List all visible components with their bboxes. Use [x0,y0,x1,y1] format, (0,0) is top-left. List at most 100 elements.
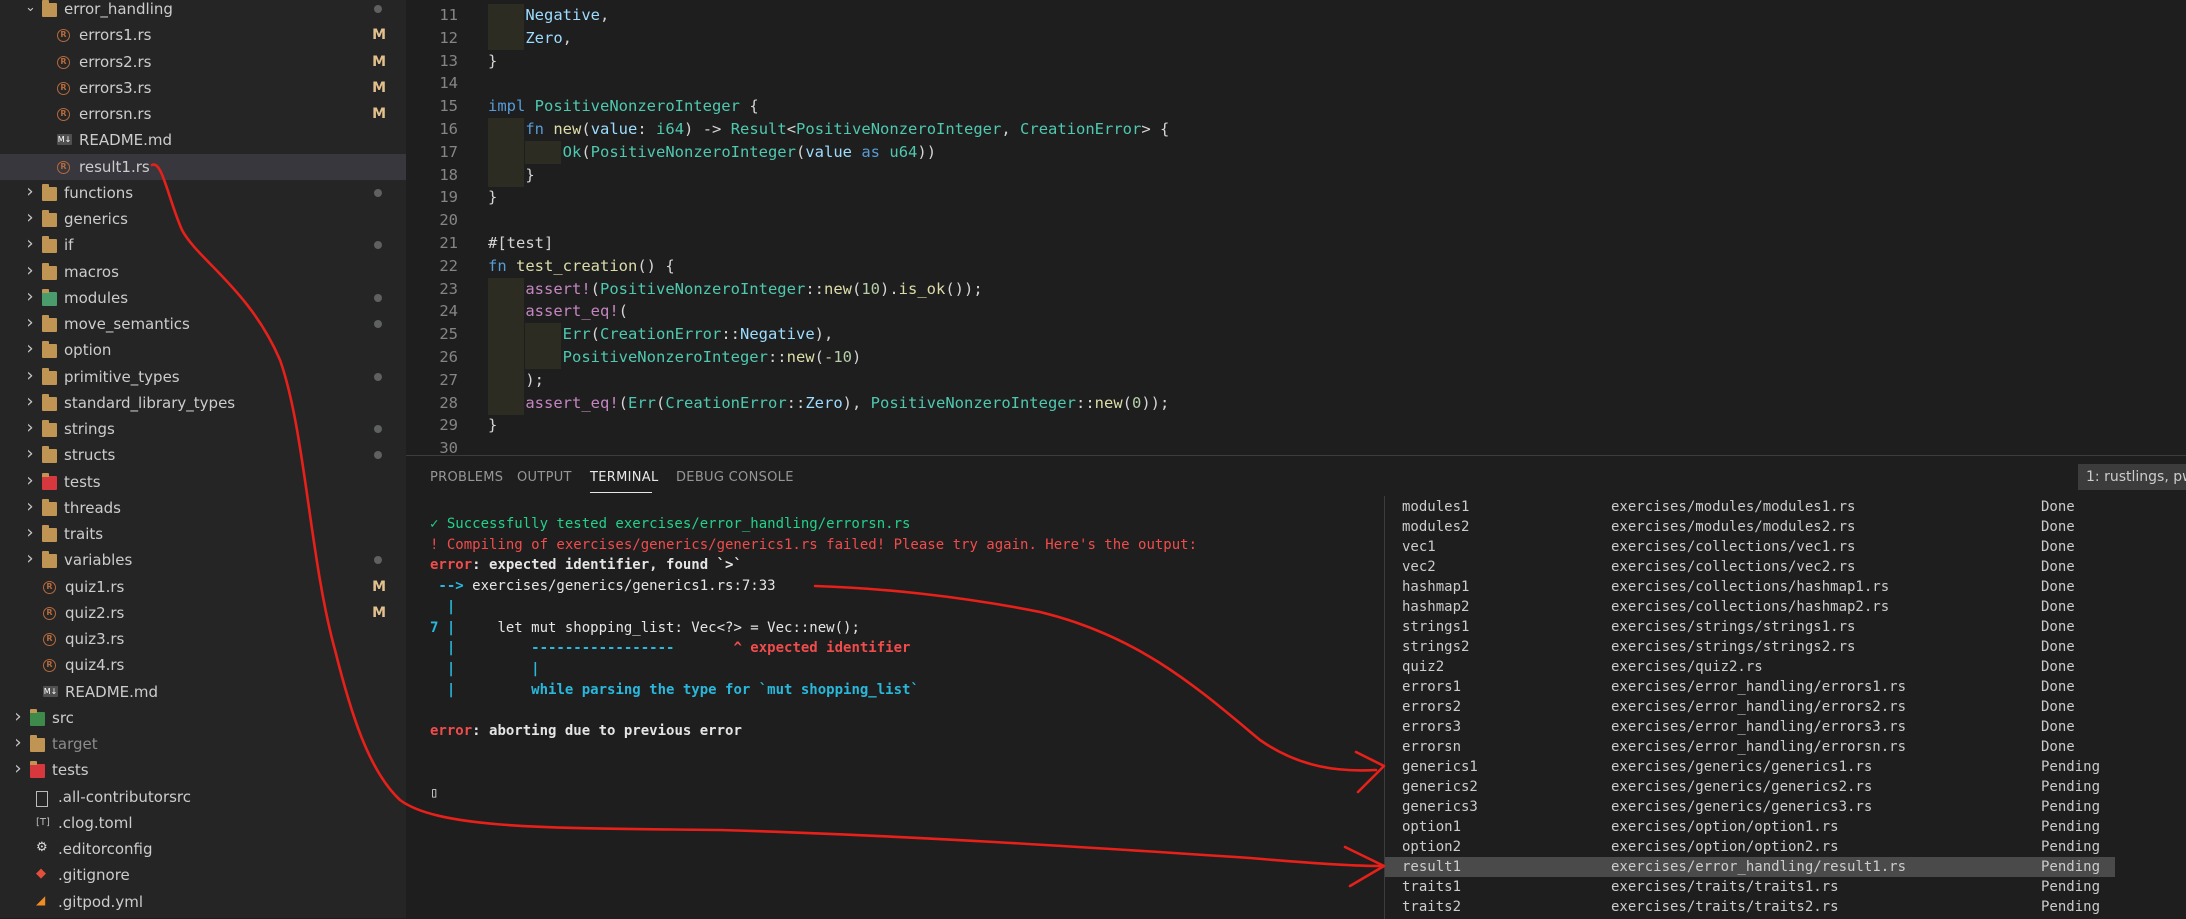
tree-item[interactable]: › tests [0,757,406,783]
tree-item[interactable]: › if [0,232,406,258]
code-text[interactable]: ); [488,369,544,392]
progress-row[interactable]: result1 exercises/error_handling/result1.… [1385,856,2115,877]
code-text[interactable]: impl PositiveNonzeroInteger { [488,95,759,118]
code-text[interactable]: } [488,414,497,437]
tree-item[interactable]: › move_semantics [0,311,406,337]
code-editor[interactable]: 11 Negative, 12 Zero, 13} 14 15 impl Positive… [406,0,2186,455]
progress-row[interactable]: errors2 exercises/error_handling/errors2.… [1385,697,2115,717]
tree-item[interactable]: [T] .clog.toml [0,810,406,836]
chevron-down-icon[interactable]: ⌄ [25,1,36,15]
code-text[interactable]: fn test_creation() { [488,255,675,278]
code-text[interactable]: Zero, [488,27,572,50]
progress-row[interactable]: hashmap2 exercises/collections/hashmap2.r… [1385,597,2115,617]
tree-item[interactable]: ◢ .gitpod.yml [0,889,406,915]
tree-item[interactable]: Rquiz4.rs [0,652,406,678]
tree-item[interactable]: › src [0,705,406,731]
tree-item[interactable]: Rerrorsn.rs M [0,101,406,127]
code-text[interactable]: #[test] [488,232,553,255]
chevron-right-icon[interactable]: › [25,340,35,358]
progress-row[interactable]: vec1 exercises/collections/vec1.rs Done [1385,537,2115,557]
progress-row[interactable]: generics2 exercises/generics/generics2.rs… [1385,777,2115,797]
progress-row[interactable]: option1 exercises/option/option1.rs Pendin… [1385,817,2115,837]
code-text[interactable]: assert_eq!(Err(CreationError::Zero), Pos… [488,392,1169,415]
tree-item[interactable]: › tests [0,469,406,495]
tree-item[interactable]: › strings [0,416,406,442]
tab-terminal[interactable]: TERMINAL [590,470,659,485]
code-text[interactable]: Err(CreationError::Negative), [488,323,834,346]
progress-row[interactable]: quiz2 exercises/quiz2.rs Done [1385,657,2115,677]
tree-item[interactable]: Rquiz3.rs [0,626,406,652]
code-text[interactable]: Ok(PositiveNonzeroInteger(value as u64)) [488,141,936,164]
chevron-right-icon[interactable]: › [25,445,35,463]
tab-problems[interactable]: PROBLEMS [430,470,503,485]
chevron-right-icon[interactable]: › [25,209,35,227]
tree-item[interactable]: › macros [0,259,406,285]
chevron-right-icon[interactable]: › [25,550,35,568]
tab-debug-console[interactable]: DEBUG CONSOLE [676,470,794,485]
progress-row[interactable]: traits1 exercises/traits/traits1.rs Pendin… [1385,877,2115,897]
code-text[interactable]: fn new(value: i64) -> Result<PositiveNon… [488,118,1169,141]
tree-item[interactable]: Rquiz2.rs M [0,600,406,626]
tree-item[interactable]: › traits [0,521,406,547]
code-text[interactable]: Negative, [488,4,609,27]
chevron-right-icon[interactable]: › [25,471,35,489]
chevron-right-icon[interactable]: › [25,419,35,437]
tree-item[interactable]: › functions [0,180,406,206]
tree-item[interactable]: › standard_library_types [0,390,406,416]
tree-item[interactable]: .all-contributorsrc [0,784,406,810]
tree-item[interactable]: ⌄ error_handling [0,0,406,22]
chevron-right-icon[interactable]: › [25,287,35,305]
tree-item[interactable]: Rerrors3.rs M [0,75,406,101]
progress-row[interactable]: hashmap1 exercises/collections/hashmap1.r… [1385,577,2115,597]
chevron-right-icon[interactable]: › [13,760,23,778]
tree-item[interactable]: Rresult1.rs [0,153,406,180]
progress-row[interactable]: traits2 exercises/traits/traits2.rs Pendin… [1385,897,2115,917]
tree-item[interactable]: Rerrors1.rs M [0,22,406,48]
chevron-right-icon[interactable]: › [13,734,23,752]
tree-item[interactable]: › variables [0,547,406,573]
chevron-right-icon[interactable]: › [25,182,35,200]
progress-row[interactable]: vec2 exercises/collections/vec2.rs Done [1385,557,2115,577]
progress-list[interactable]: modules1 exercises/modules/modules1.rs Don… [1384,496,2185,919]
progress-row[interactable]: strings1 exercises/strings/strings1.rs Don… [1385,617,2115,637]
code-text[interactable]: } [488,50,497,73]
tree-item[interactable]: Rerrors2.rs M [0,49,406,75]
progress-row[interactable]: errors1 exercises/error_handling/errors1.… [1385,677,2115,697]
progress-row[interactable]: strings2 exercises/strings/strings2.rs Don… [1385,637,2115,657]
code-text[interactable]: } [488,164,534,187]
tree-item[interactable]: › structs [0,442,406,468]
tree-item[interactable]: ◆ .gitignore [0,862,406,888]
tree-item[interactable]: › modules [0,285,406,311]
tree-item[interactable]: › generics [0,206,406,232]
chevron-right-icon[interactable]: › [25,261,35,279]
chevron-right-icon[interactable]: › [25,392,35,410]
tree-item[interactable]: M↓ README.md [0,679,406,705]
tree-item[interactable]: › option [0,337,406,363]
tree-item[interactable]: › threads [0,495,406,521]
chevron-right-icon[interactable]: › [13,707,23,725]
code-text[interactable]: assert_eq!( [488,300,628,323]
chevron-right-icon[interactable]: › [25,497,35,515]
code-text[interactable]: assert!(PositiveNonzeroInteger::new(10).… [488,278,982,301]
tree-item[interactable]: › primitive_types [0,364,406,390]
progress-row[interactable]: generics3 exercises/generics/generics3.rs… [1385,797,2115,817]
chevron-right-icon[interactable]: › [25,366,35,384]
chevron-right-icon[interactable]: › [25,524,35,542]
progress-row[interactable]: generics1 exercises/generics/generics1.rs… [1385,757,2115,777]
tree-item[interactable]: M↓ README.md [0,127,406,153]
tree-item[interactable]: Rquiz1.rs M [0,574,406,600]
terminal-select[interactable]: 1: rustlings, pw [2078,464,2186,490]
progress-row[interactable]: errorsn exercises/error_handling/errorsn.… [1385,737,2115,757]
progress-row[interactable]: modules2 exercises/modules/modules2.rs Don… [1385,517,2115,537]
progress-row[interactable]: modules1 exercises/modules/modules1.rs Don… [1385,497,2115,517]
progress-row[interactable]: errors3 exercises/error_handling/errors3.… [1385,717,2115,737]
chevron-right-icon[interactable]: › [25,314,35,332]
code-text[interactable]: } [488,186,497,209]
tab-output[interactable]: OUTPUT [517,470,572,485]
terminal-line: | [430,598,456,615]
tree-item[interactable]: › target [0,731,406,757]
code-text[interactable]: PositiveNonzeroInteger::new(-10) [488,346,862,369]
progress-row[interactable]: option2 exercises/option/option2.rs Pendin… [1385,837,2115,857]
tree-item[interactable]: ⚙ .editorconfig [0,836,406,862]
chevron-right-icon[interactable]: › [25,235,35,253]
